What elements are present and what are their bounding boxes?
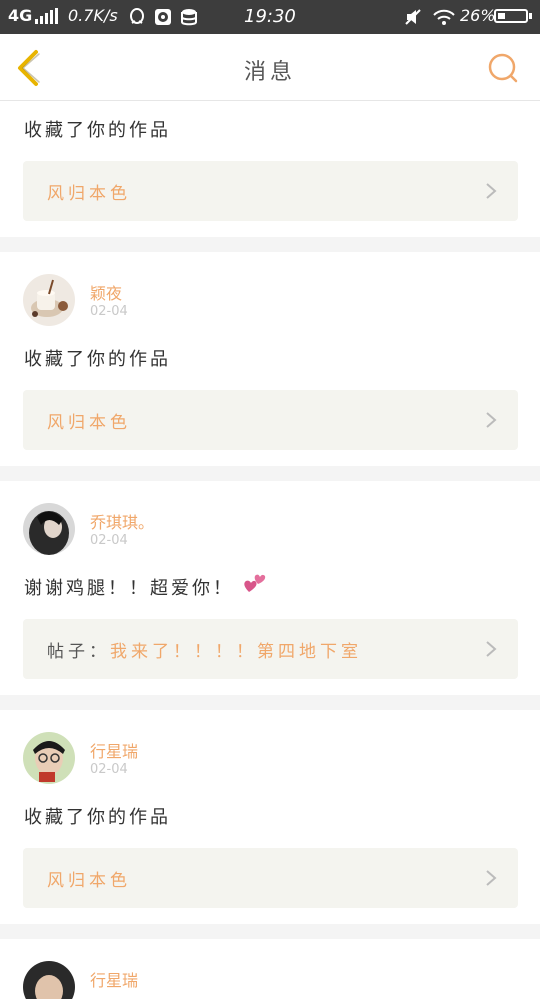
post-link[interactable]: 帖子：我来了！！！！第四地下室: [23, 619, 518, 679]
work-link-label: 风归本色: [47, 184, 131, 204]
chevron-right-icon: [486, 641, 497, 657]
message-card: 颖夜 02-04 收藏了你的作品 风归本色: [0, 252, 540, 466]
user-name[interactable]: 行星瑞: [90, 738, 138, 762]
work-link[interactable]: 风归本色: [23, 161, 518, 221]
page-title: 消息: [243, 60, 296, 85]
message-text: 谢谢鸡腿！！超爱你！: [0, 565, 540, 613]
battery-fill: [498, 13, 505, 19]
message-card: 收藏了你的作品 风归本色: [0, 101, 540, 237]
wifi-icon: [432, 8, 456, 26]
network-speed: 0.7K/s: [68, 6, 118, 25]
post-title: 我来了！！！！第四地下室: [110, 642, 362, 662]
user-row: 颖夜 02-04: [0, 252, 540, 336]
network-type: 4G: [8, 6, 33, 25]
face-app-icon: [154, 8, 172, 26]
search-button[interactable]: [484, 52, 520, 86]
divider: [0, 237, 540, 252]
clock: 19:30: [244, 6, 296, 27]
avatar[interactable]: [23, 732, 75, 784]
user-name[interactable]: 行星瑞: [90, 967, 138, 991]
message-text-content: 谢谢鸡腿！！超爱你！: [24, 578, 234, 599]
chevron-right-icon: [486, 412, 497, 428]
avatar[interactable]: [23, 503, 75, 555]
card-spacer: [0, 221, 540, 237]
nav-bar: 消息: [0, 34, 540, 101]
chevron-right-icon: [486, 183, 497, 199]
qq-icon: [128, 8, 146, 26]
card-spacer: [0, 908, 540, 924]
avatar[interactable]: [23, 274, 75, 326]
heart-emoji-icon: [242, 565, 268, 613]
avatar[interactable]: [23, 961, 75, 999]
message-date: 02-04: [90, 304, 128, 319]
card-spacer: [0, 679, 540, 695]
work-link-label: 风归本色: [47, 413, 131, 433]
user-name[interactable]: 颖夜: [90, 280, 122, 304]
battery-cap: [529, 13, 532, 19]
user-row: 行星瑞: [0, 939, 540, 999]
message-date: 02-04: [90, 533, 128, 548]
work-link[interactable]: 风归本色: [23, 848, 518, 908]
avatar-image: [23, 961, 75, 999]
signal-icon: [34, 8, 60, 24]
message-card: 行星瑞: [0, 939, 540, 999]
battery-percent: 26%: [460, 6, 496, 25]
user-name[interactable]: 乔琪琪。: [90, 509, 154, 533]
message-list: 收藏了你的作品 风归本色 颖夜 02-04 收藏了你的作品 风归本色 乔琪琪。 …: [0, 101, 540, 999]
status-bar: 4G 0.7K/s 19:30 26%: [0, 0, 540, 34]
battery-icon: [494, 9, 528, 23]
post-link-prefix: 帖子：: [47, 642, 110, 662]
message-text: 收藏了你的作品: [24, 807, 171, 828]
message-text: 收藏了你的作品: [24, 349, 171, 370]
avatar-image: [23, 503, 75, 555]
work-link-label: 风归本色: [47, 871, 131, 891]
message-card: 乔琪琪。 02-04 谢谢鸡腿！！超爱你！ 帖子：我来了！！！！第四地下室: [0, 481, 540, 695]
user-row: 行星瑞 02-04: [0, 710, 540, 794]
card-spacer: [0, 450, 540, 466]
avatar-image: [23, 274, 75, 326]
chevron-right-icon: [486, 870, 497, 886]
storage-icon: [180, 8, 198, 26]
avatar-image: [23, 732, 75, 784]
work-link[interactable]: 风归本色: [23, 390, 518, 450]
divider: [0, 466, 540, 481]
message-text: 收藏了你的作品: [24, 120, 171, 141]
message-card: 行星瑞 02-04 收藏了你的作品 风归本色: [0, 710, 540, 924]
search-icon: [488, 53, 518, 83]
post-link-label: 帖子：我来了！！！！第四地下室: [47, 637, 362, 662]
user-row: 乔琪琪。 02-04: [0, 481, 540, 565]
message-date: 02-04: [90, 762, 128, 777]
divider: [0, 695, 540, 710]
mute-icon: [404, 8, 422, 26]
divider: [0, 924, 540, 939]
